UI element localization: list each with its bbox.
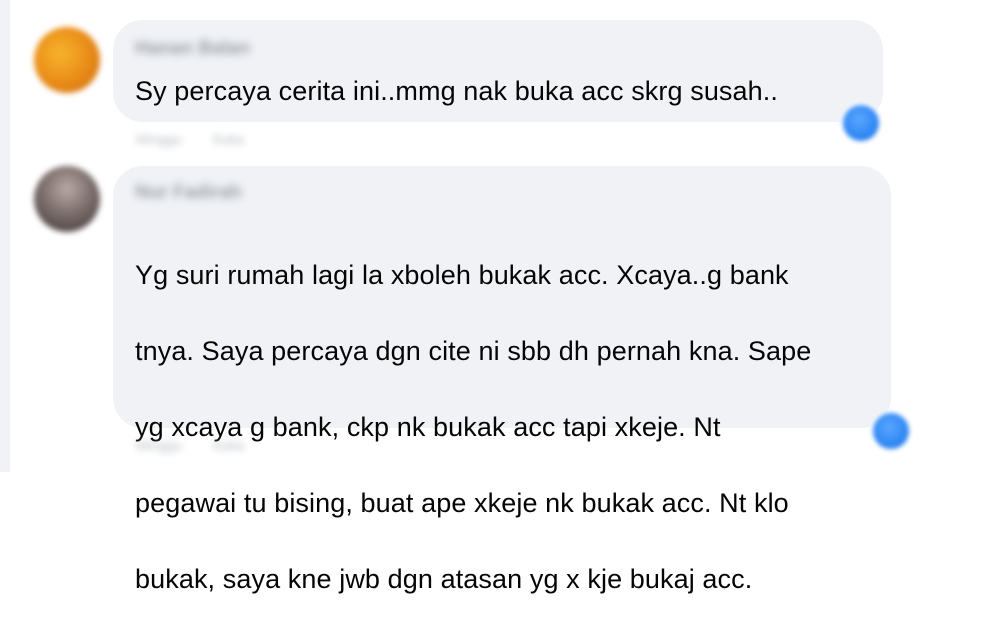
left-divider [0,0,10,472]
comment-author[interactable]: Nur Fadirah [135,182,242,204]
comment-text: Yg suri rumah lagi la xboleh bukak acc. … [135,218,811,636]
comment-text-line: tnya. Saya percaya dgn cite ni sbb dh pe… [135,336,812,366]
comment-author[interactable]: Hanan Balan [135,38,250,60]
comment-bubble: Hanan Balan Sy percaya cerita ini..mmg n… [113,20,883,122]
like-link[interactable]: Suka [212,437,244,453]
avatar[interactable] [34,27,100,93]
like-link[interactable]: Suka [212,131,244,147]
comment-time[interactable]: Minggu [136,131,182,147]
comment-meta: Minggu Suka [136,131,244,147]
avatar[interactable] [34,166,100,232]
comment-text-line: pegawai tu bising, buat ape xkeje nk buk… [135,488,789,518]
comment-time[interactable]: Minggu [136,437,182,453]
comment-text-line: Yg suri rumah lagi la xboleh bukak acc. … [135,260,789,290]
comment-bubble: Nur Fadirah Yg suri rumah lagi la xboleh… [113,166,891,594]
comment-text-line: bukak, saya kne jwb dgn atasan yg x kje … [135,564,753,594]
comment-meta: Minggu Suka [136,437,244,453]
comment-text: Sy percaya cerita ini..mmg nak buka acc … [135,76,778,106]
like-reaction-icon[interactable] [873,413,909,449]
like-reaction-icon[interactable] [843,105,879,141]
